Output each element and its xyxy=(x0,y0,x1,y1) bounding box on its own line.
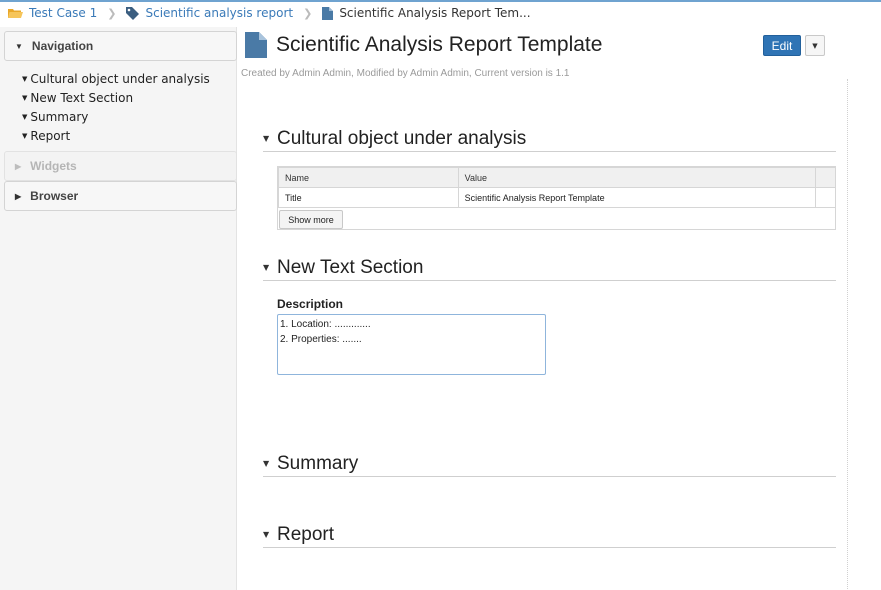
caret-down-icon: ▼ xyxy=(22,93,28,102)
breadcrumb-item-report[interactable]: Scientific analysis report xyxy=(126,6,293,20)
properties-table: Name Value Title Scientific Analysis Rep… xyxy=(277,166,836,230)
table-header-row: Name Value xyxy=(278,167,836,188)
nav-item-report[interactable]: ▼ Report xyxy=(22,126,236,145)
edit-button[interactable]: Edit xyxy=(763,35,801,56)
caret-down-icon: ▼ xyxy=(22,74,28,83)
document-meta: Created by Admin Admin, Modified by Admi… xyxy=(241,68,570,79)
page-title: Scientific Analysis Report Template xyxy=(276,33,603,56)
chevron-right-icon: ❯ xyxy=(107,6,117,20)
nav-item-new-text-section[interactable]: ▼ New Text Section xyxy=(22,88,236,107)
navigation-panel-header[interactable]: ▼ Navigation xyxy=(4,31,237,61)
breadcrumb-label[interactable]: Test Case 1 xyxy=(29,6,97,20)
section-title: Cultural object under analysis xyxy=(277,128,527,149)
caret-down-icon: ▼ xyxy=(15,41,23,51)
nav-item-label[interactable]: New Text Section xyxy=(30,91,133,105)
widgets-panel-header[interactable]: ▶ Widgets xyxy=(4,151,237,181)
section-title: Report xyxy=(277,524,335,545)
table-row[interactable]: Title Scientific Analysis Report Templat… xyxy=(278,187,836,208)
document-icon xyxy=(245,32,267,62)
caret-down-icon: ▼ xyxy=(812,41,818,50)
description-line: 1. Location: ............. xyxy=(280,319,371,330)
divider xyxy=(847,79,848,589)
caret-down-icon[interactable]: ▼ xyxy=(263,530,277,547)
table-cell: Scientific Analysis Report Template xyxy=(457,187,817,208)
table-cell: Title xyxy=(278,187,459,208)
section-cultural-object[interactable]: ▼ Cultural object under analysis xyxy=(263,127,836,152)
column-header-extra xyxy=(815,167,836,188)
caret-down-icon: ▼ xyxy=(22,131,28,140)
sidebar: ▼ Navigation ▼ Cultural object under ana… xyxy=(0,27,237,590)
caret-down-icon[interactable]: ▼ xyxy=(263,459,277,476)
panel-title: Navigation xyxy=(31,39,94,53)
caret-down-icon[interactable]: ▼ xyxy=(263,134,277,151)
section-new-text[interactable]: ▼ New Text Section xyxy=(263,256,836,281)
show-more-button[interactable]: Show more xyxy=(279,210,343,229)
tag-icon xyxy=(126,6,140,20)
folder-icon xyxy=(8,7,23,19)
panel-title: Browser xyxy=(30,189,79,203)
table-cell xyxy=(815,187,836,208)
description-label: Description xyxy=(277,297,344,311)
description-textarea[interactable]: 1. Location: ............. 2. Properties… xyxy=(277,314,546,375)
description-line: 2. Properties: ....... xyxy=(280,334,362,345)
nav-item-label[interactable]: Report xyxy=(30,129,70,143)
nav-item-label[interactable]: Summary xyxy=(30,110,88,124)
main-content: Scientific Analysis Report Template Edit… xyxy=(237,27,881,590)
nav-item-summary[interactable]: ▼ Summary xyxy=(22,107,236,126)
caret-right-icon: ▶ xyxy=(15,191,22,201)
breadcrumb: Test Case 1 ❯ Scientific analysis report… xyxy=(0,0,881,24)
section-report[interactable]: ▼ Report xyxy=(263,523,836,548)
browser-panel-header[interactable]: ▶ Browser xyxy=(4,181,237,211)
column-header-name[interactable]: Name xyxy=(278,167,459,188)
caret-down-icon: ▼ xyxy=(22,112,28,121)
nav-item-label[interactable]: Cultural object under analysis xyxy=(30,72,209,86)
panel-title: Widgets xyxy=(30,159,77,173)
nav-item-cultural-object[interactable]: ▼ Cultural object under analysis xyxy=(22,69,236,88)
breadcrumb-label[interactable]: Scientific analysis report xyxy=(145,6,293,20)
breadcrumb-item-current: Scientific Analysis Report Tem... xyxy=(322,6,531,20)
chevron-right-icon: ❯ xyxy=(303,6,313,20)
caret-right-icon: ▶ xyxy=(15,161,22,171)
navigation-list: ▼ Cultural object under analysis ▼ New T… xyxy=(0,61,236,151)
section-summary[interactable]: ▼ Summary xyxy=(263,452,836,477)
edit-dropdown-button[interactable]: ▼ xyxy=(805,35,825,56)
section-title: Summary xyxy=(277,453,359,474)
section-title: New Text Section xyxy=(277,257,424,278)
column-header-value[interactable]: Value xyxy=(457,167,817,188)
breadcrumb-label: Scientific Analysis Report Tem... xyxy=(339,6,531,20)
caret-down-icon[interactable]: ▼ xyxy=(263,263,277,280)
document-icon xyxy=(322,6,334,20)
breadcrumb-item-test-case[interactable]: Test Case 1 xyxy=(8,6,97,20)
